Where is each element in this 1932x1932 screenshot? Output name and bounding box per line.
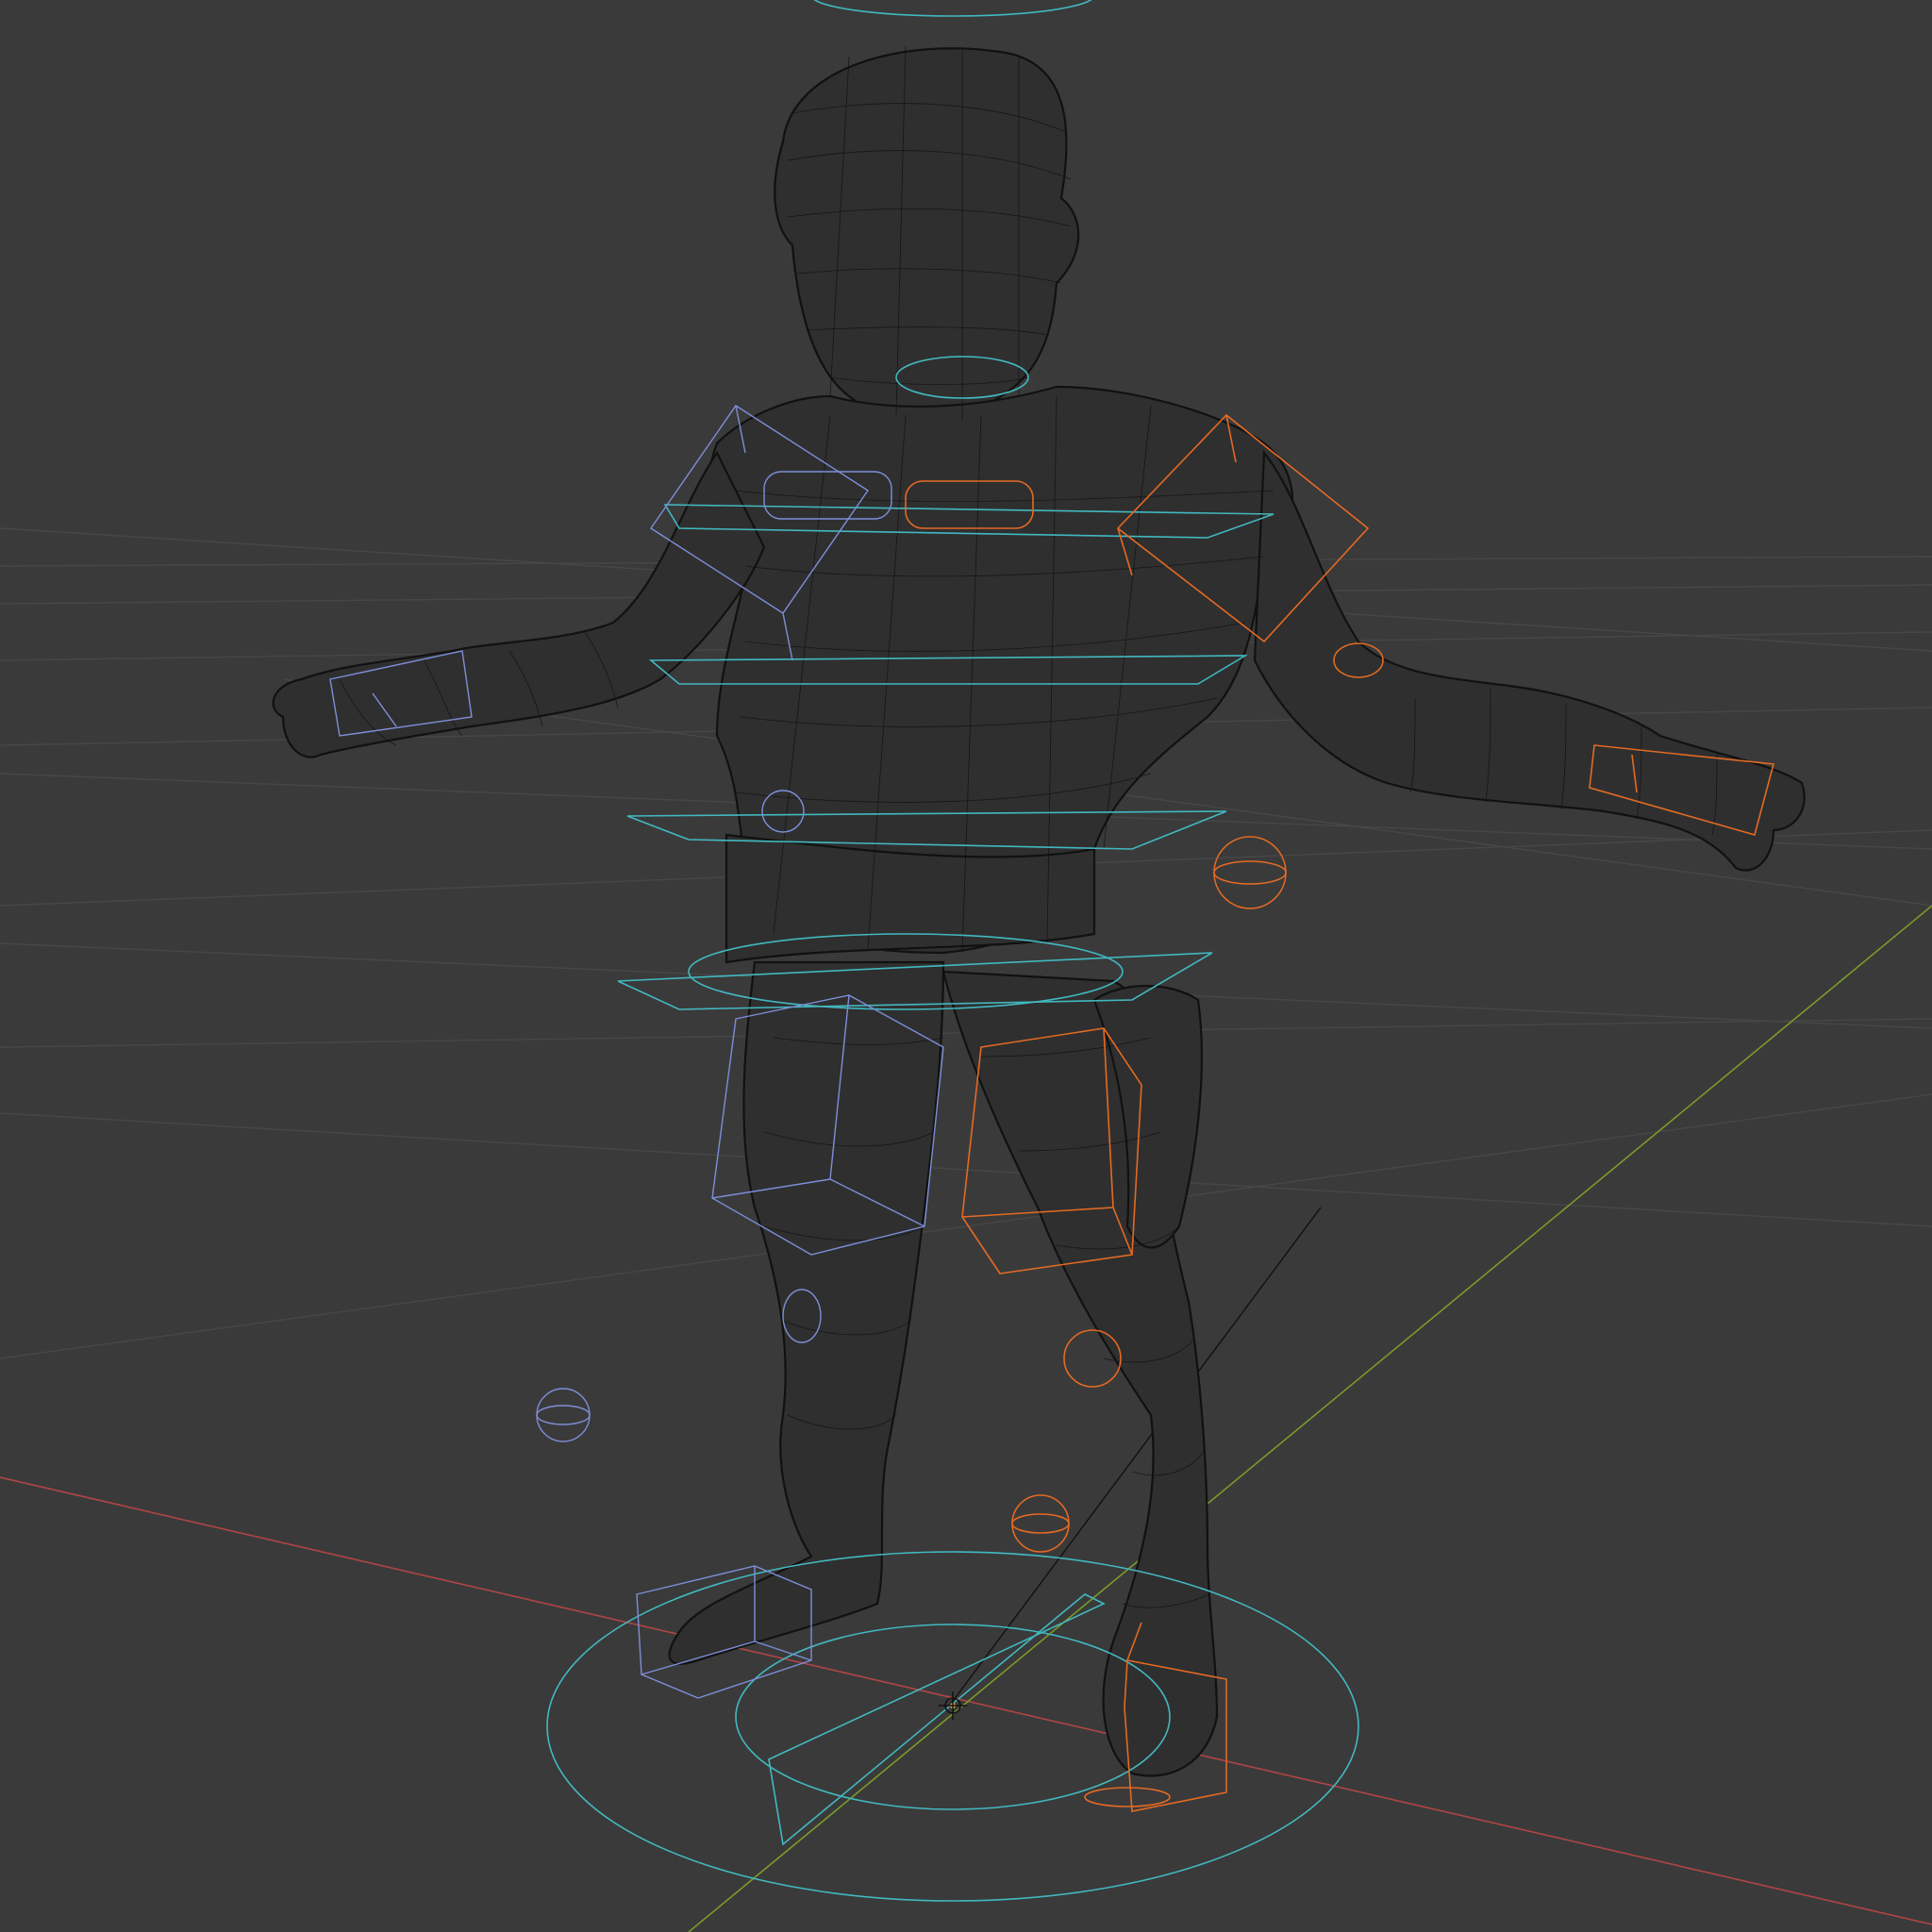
right-heel-ring[interactable] (1084, 1787, 1171, 1807)
right-pole-target[interactable] (1011, 1494, 1070, 1553)
top-head-ring[interactable] (811, 0, 1094, 17)
viewport-canvas[interactable] (0, 0, 1932, 1932)
root-outer-circle[interactable] (546, 1551, 1359, 1902)
right-hip-pivot-equator (1213, 860, 1287, 885)
x-axis-line (0, 1476, 1932, 1925)
3d-viewport[interactable] (0, 0, 1932, 1932)
left-pole-target-equator (536, 1405, 591, 1425)
left-leg-mesh (668, 960, 945, 1665)
right-arm-mesh (1253, 450, 1806, 872)
left-arm-mesh (272, 450, 766, 758)
left-pole-target[interactable] (536, 1388, 591, 1442)
right-knee-ring[interactable] (1063, 1329, 1122, 1388)
right-pole-target-equator (1011, 1513, 1070, 1534)
character-mesh[interactable] (272, 44, 1806, 1777)
right-hip-pivot[interactable] (1213, 836, 1287, 909)
